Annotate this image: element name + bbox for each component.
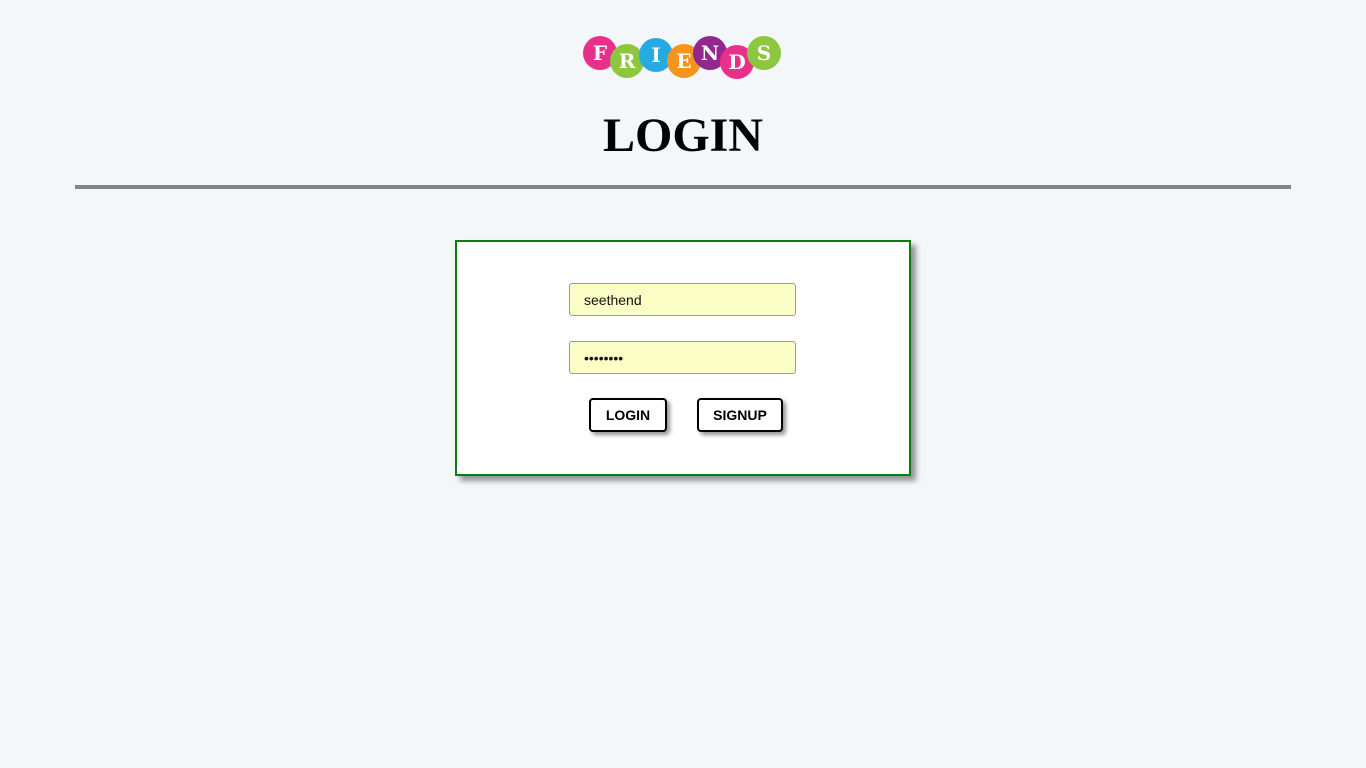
username-input[interactable] — [569, 283, 796, 316]
friends-logo: F R I E N D S — [583, 33, 783, 83]
header-divider — [75, 185, 1291, 189]
logo-letter: S — [747, 36, 781, 70]
signup-button[interactable]: SIGNUP — [697, 398, 783, 432]
password-input[interactable] — [569, 341, 796, 374]
page-title: LOGIN — [602, 109, 764, 162]
login-button[interactable]: LOGIN — [589, 398, 667, 432]
